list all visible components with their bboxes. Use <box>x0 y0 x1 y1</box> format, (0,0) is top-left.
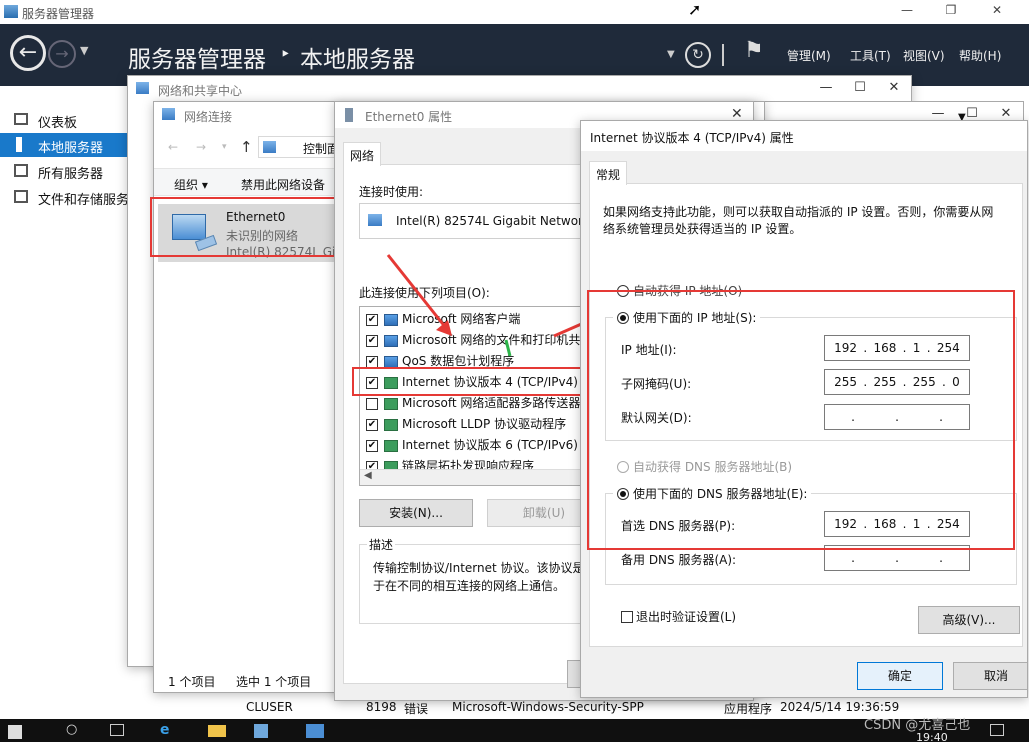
radio-indicator[interactable] <box>617 488 629 500</box>
ip-address-field[interactable]: 192. 168. 1. 254 <box>824 335 970 361</box>
gateway-label: 默认网关(D): <box>621 411 692 425</box>
search-icon[interactable]: ○ <box>66 722 77 737</box>
subnet-mask-label: 子网掩码(U): <box>621 377 692 391</box>
subnet-mask-field[interactable]: 255. 255. 255. 0 <box>824 369 970 395</box>
auto-ip-radio[interactable]: 自动获得 IP 地址(O) <box>617 282 742 299</box>
ip-address-label: IP 地址(I): <box>621 343 677 357</box>
task-view-icon[interactable] <box>110 724 124 736</box>
watermark: CSDN @尤喜己也 <box>864 718 971 733</box>
advanced-button[interactable]: 高级(V)... <box>918 606 1020 634</box>
radio-indicator[interactable] <box>617 312 629 324</box>
preferred-dns-field[interactable]: 192. 168. 1. 254 <box>824 511 970 537</box>
auto-dns-radio[interactable]: 自动获得 DNS 服务器地址(B) <box>617 458 792 475</box>
notification-icon[interactable] <box>990 724 1004 736</box>
ok-button[interactable]: 确定 <box>857 662 943 690</box>
explorer-icon[interactable] <box>208 725 226 737</box>
cancel-button[interactable]: 取消 <box>953 662 1027 690</box>
checkbox[interactable] <box>621 611 633 623</box>
radio-indicator[interactable] <box>617 285 629 297</box>
alternate-dns-field[interactable]: ... <box>824 545 970 571</box>
arrow-head-1 <box>436 320 452 336</box>
gateway-field[interactable]: ... <box>824 404 970 430</box>
manual-ip-radio[interactable]: 使用下面的 IP 地址(S): <box>613 309 761 326</box>
network-taskbar-icon[interactable] <box>306 724 324 738</box>
validate-checkbox[interactable]: 退出时验证设置(L) <box>621 608 736 625</box>
alternate-dns-label: 备用 DNS 服务器(A): <box>621 553 737 567</box>
intro-text-2: 络系统管理员处获得适当的 IP 设置。 <box>603 222 802 236</box>
server-manager-taskbar-icon[interactable] <box>254 724 268 738</box>
preferred-dns-label: 首选 DNS 服务器(P): <box>621 519 736 533</box>
dns-group <box>605 493 1017 585</box>
manual-dns-radio[interactable]: 使用下面的 DNS 服务器地址(E): <box>613 485 812 502</box>
tab-general[interactable]: 常规 <box>589 161 628 185</box>
start-icon[interactable] <box>8 725 22 739</box>
ipv4-properties-dialog: Internet 协议版本 4 (TCP/IPv4) 属性 常规 如果网络支持此… <box>580 120 1028 698</box>
arrow-line-1 <box>386 254 448 329</box>
ie-icon[interactable]: e <box>160 722 170 738</box>
radio-indicator[interactable] <box>617 461 629 473</box>
intro-text-1: 如果网络支持此功能，则可以获取自动指派的 IP 设置。否则，你需要从网 <box>603 205 994 219</box>
ipv4-properties-title: Internet 协议版本 4 (TCP/IPv4) 属性 <box>590 131 794 145</box>
arrow-small <box>504 339 512 357</box>
